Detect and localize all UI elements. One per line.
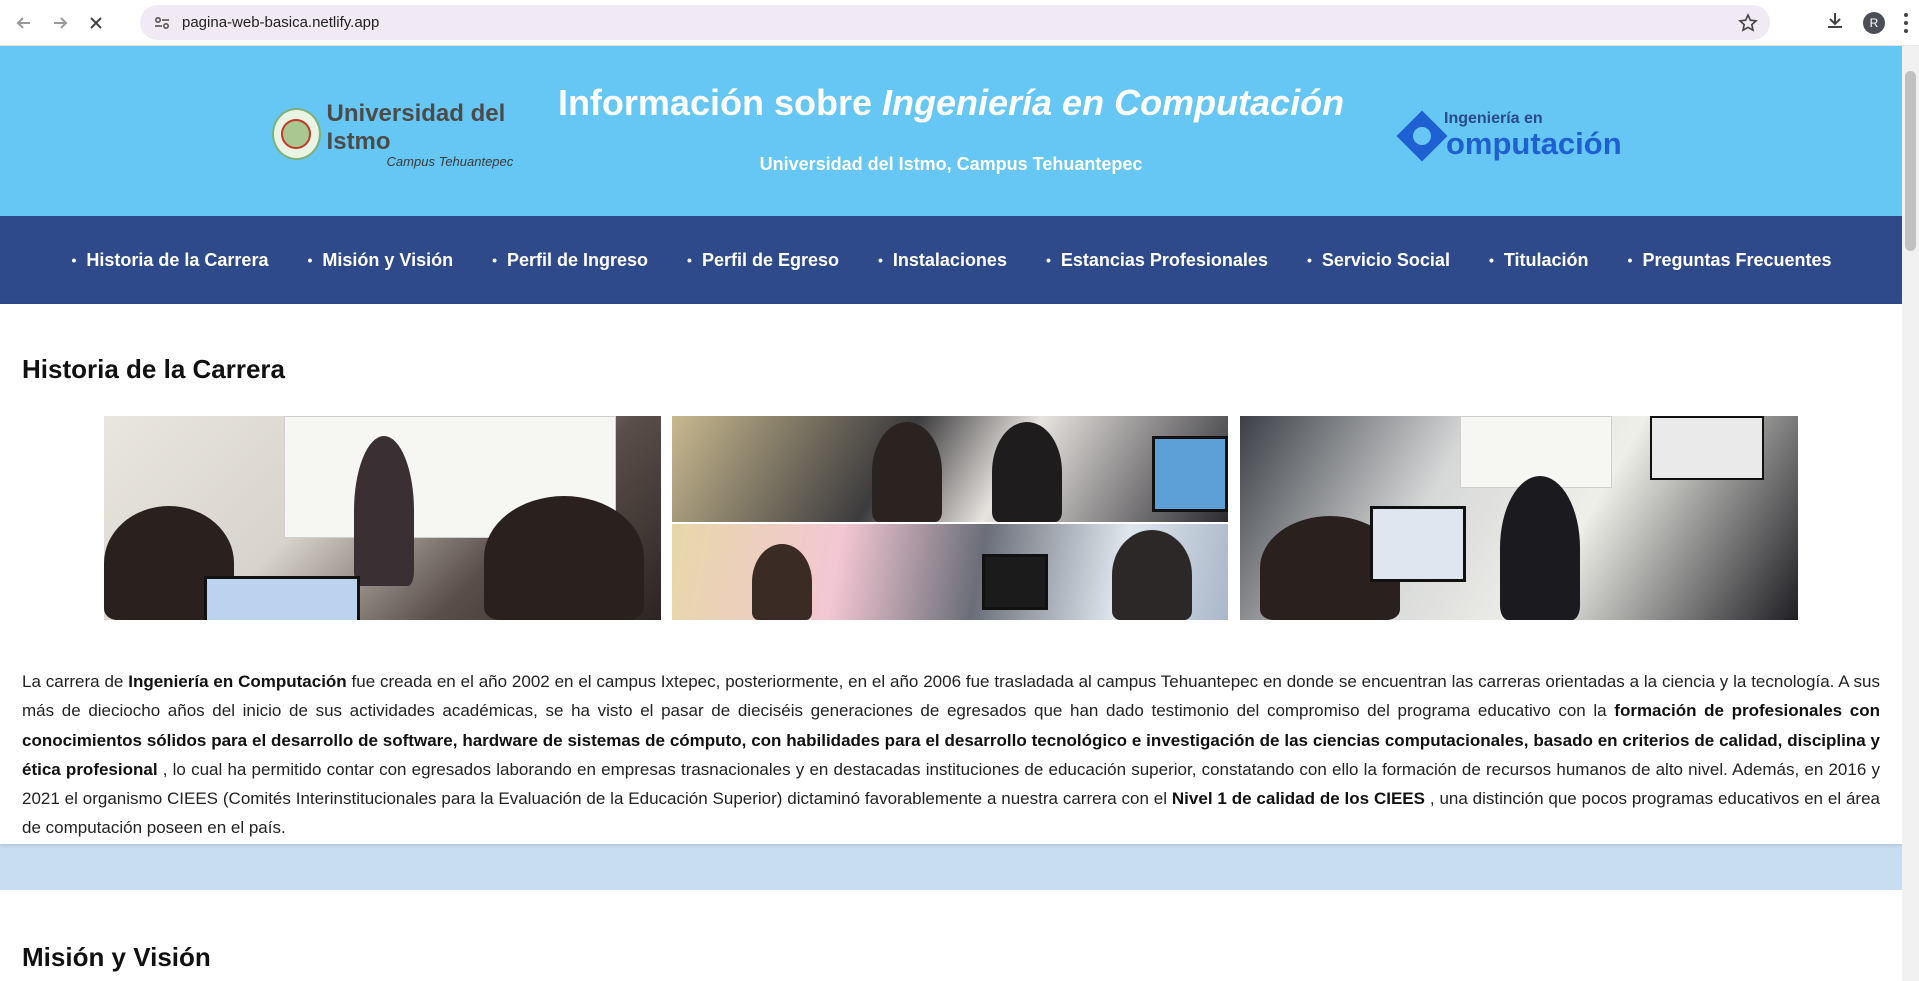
url-text[interactable]: pagina-web-basica.netlify.app bbox=[182, 14, 379, 31]
historia-section: Historia de la Carrera La carrera de Ing… bbox=[0, 304, 1902, 844]
browser-menu-icon[interactable] bbox=[1903, 12, 1909, 33]
page-scrollbar[interactable] bbox=[1902, 46, 1919, 981]
page-viewport: Universidad del Istmo Campus Tehuantepec… bbox=[0, 46, 1902, 981]
historia-paragraph: La carrera de Ingeniería en Computación … bbox=[22, 667, 1880, 843]
site-title-plain: Información sobre bbox=[557, 82, 882, 123]
photo-gallery bbox=[104, 416, 1800, 620]
site-header: Universidad del Istmo Campus Tehuantepec… bbox=[0, 46, 1902, 216]
classroom-photo-whiteboard bbox=[104, 416, 661, 620]
mision-heading: Misión y Visión bbox=[22, 942, 211, 972]
historia-text-1: La carrera de bbox=[22, 672, 129, 691]
lab-photo-computers bbox=[1240, 416, 1798, 620]
nav-item-perfil-ingreso[interactable]: Perfil de Ingreso bbox=[492, 250, 648, 271]
nav-item-label[interactable]: Perfil de Ingreso bbox=[507, 250, 648, 271]
teachers-photo-collage bbox=[672, 416, 1228, 620]
nav-item-label[interactable]: Instalaciones bbox=[893, 250, 1007, 271]
nav-item-preguntas[interactable]: Preguntas Frecuentes bbox=[1628, 250, 1831, 271]
nav-item-instalaciones[interactable]: Instalaciones bbox=[878, 250, 1007, 271]
nav-item-label[interactable]: Estancias Profesionales bbox=[1061, 250, 1268, 271]
nav-item-label[interactable]: Titulación bbox=[1504, 250, 1589, 271]
bookmark-star-icon[interactable] bbox=[1738, 13, 1758, 33]
historia-bold-1: Ingeniería en Computación bbox=[128, 672, 347, 691]
address-bar[interactable]: pagina-web-basica.netlify.app bbox=[140, 5, 1770, 40]
ingenieria-computacion-logo: Ingeniería en omputación bbox=[1396, 104, 1630, 164]
logo-right-big-text: omputación bbox=[1446, 126, 1622, 161]
mision-section: Misión y Visión bbox=[0, 890, 1902, 981]
nav-item-label[interactable]: Misión y Visión bbox=[322, 250, 453, 271]
browser-toolbar: pagina-web-basica.netlify.app R bbox=[0, 0, 1919, 46]
nav-item-label[interactable]: Perfil de Egreso bbox=[702, 250, 839, 271]
nav-item-historia[interactable]: Historia de la Carrera bbox=[71, 250, 268, 271]
nav-item-label[interactable]: Historia de la Carrera bbox=[86, 250, 268, 271]
section-gap bbox=[0, 844, 1902, 890]
site-info-icon[interactable] bbox=[152, 13, 172, 33]
back-icon[interactable] bbox=[12, 11, 36, 35]
download-icon[interactable] bbox=[1825, 10, 1845, 35]
nav-item-mision[interactable]: Misión y Visión bbox=[307, 250, 453, 271]
site-title-emphasis: Ingeniería en Computación bbox=[882, 82, 1345, 123]
nav-item-perfil-egreso[interactable]: Perfil de Egreso bbox=[687, 250, 839, 271]
nav-item-label[interactable]: Servicio Social bbox=[1322, 250, 1450, 271]
nav-item-servicio-social[interactable]: Servicio Social bbox=[1307, 250, 1450, 271]
computacion-diamond-icon bbox=[1396, 110, 1448, 162]
main-navigation: Historia de la Carrera Misión y Visión P… bbox=[0, 216, 1902, 304]
historia-bold-3: Nivel 1 de calidad de los CIEES bbox=[1171, 789, 1425, 809]
profile-avatar[interactable]: R bbox=[1863, 11, 1885, 34]
historia-heading: Historia de la Carrera bbox=[22, 354, 286, 384]
scrollbar-thumb[interactable] bbox=[1905, 71, 1916, 251]
nav-item-label[interactable]: Preguntas Frecuentes bbox=[1642, 250, 1831, 271]
nav-item-titulacion[interactable]: Titulación bbox=[1489, 250, 1589, 271]
forward-icon[interactable] bbox=[48, 11, 72, 35]
nav-item-estancias[interactable]: Estancias Profesionales bbox=[1046, 250, 1268, 271]
stop-loading-icon[interactable] bbox=[84, 11, 108, 35]
